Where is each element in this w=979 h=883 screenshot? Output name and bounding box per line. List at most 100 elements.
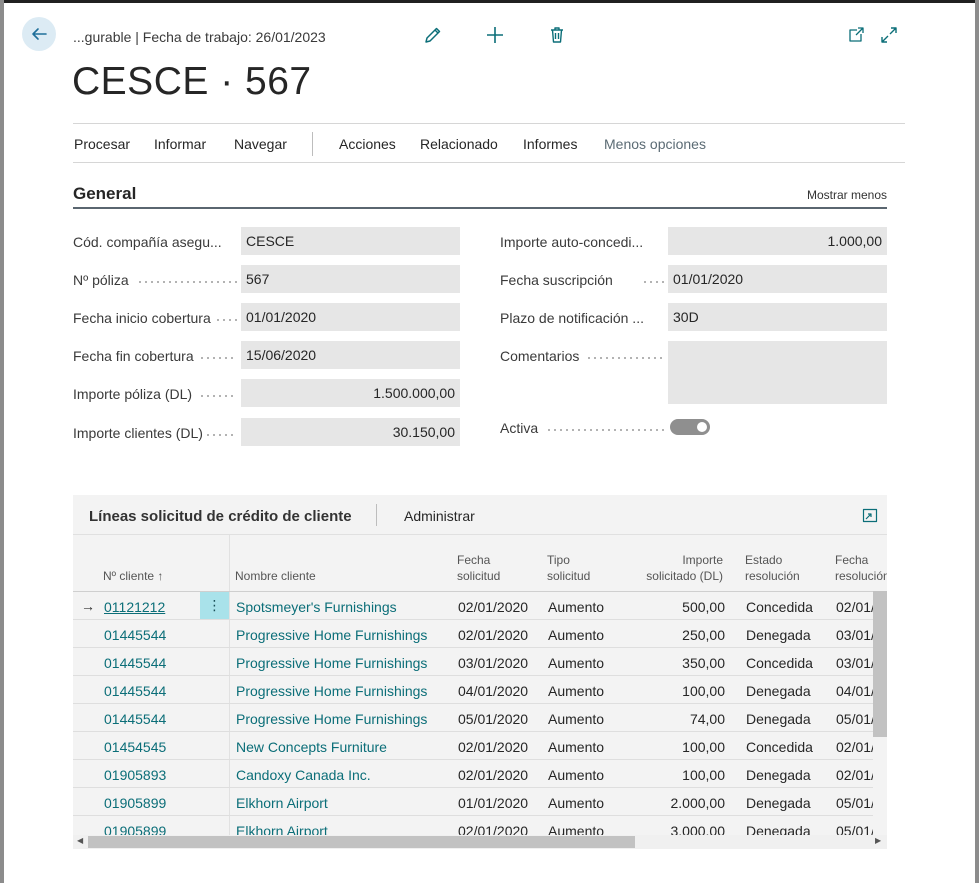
cell-resolution-date: 03/01/ [836, 627, 875, 643]
cell-customer-no[interactable]: 01454545 [104, 739, 166, 755]
cell-resolution-date: 02/01/ [836, 739, 875, 755]
window-left-border [0, 0, 4, 883]
action-procesar[interactable]: Procesar [74, 136, 130, 152]
col-header-line: Tipo [547, 553, 570, 567]
cell-requested-amount: 350,00 [682, 655, 725, 671]
cell-customer-name[interactable]: Progressive Home Furnishings [236, 655, 427, 671]
cell-customer-name[interactable]: New Concepts Furniture [236, 739, 387, 755]
new-button[interactable] [485, 25, 507, 47]
field-label-active: Activa [500, 420, 539, 436]
row-actions-button[interactable]: ⋮ [200, 592, 229, 619]
horizontal-scrollbar[interactable]: ◀ ▶ [73, 835, 887, 849]
col-header-resolution-status[interactable]: Estado resolución [745, 552, 800, 584]
col-header-resolution-date[interactable]: Fecha resolución [835, 552, 887, 584]
action-menos-opciones[interactable]: Menos opciones [604, 136, 706, 152]
col-header-line: solicitado (DL) [646, 569, 723, 583]
field-comments[interactable] [668, 341, 887, 404]
field-subscription-date[interactable]: 01/01/2020 [668, 265, 887, 293]
cell-request-type: Aumento [548, 655, 605, 671]
vertical-scroll-thumb[interactable] [873, 591, 887, 737]
action-navegar[interactable]: Navegar [234, 136, 287, 152]
col-header-line: Fecha [457, 553, 491, 567]
horizontal-scroll-thumb[interactable] [88, 836, 635, 848]
col-header-line: Importe [682, 553, 723, 567]
field-notification-period[interactable]: 30D [668, 303, 887, 331]
field-label-customers-amount: Importe clientes (DL) [73, 425, 203, 441]
field-coverage-start[interactable]: 01/01/2020 [241, 303, 460, 331]
active-toggle[interactable] [670, 419, 710, 435]
open-new-window-button[interactable] [846, 25, 868, 47]
cell-customer-name[interactable]: Candoxy Canada Inc. [236, 767, 371, 783]
field-dots [642, 281, 664, 283]
col-header-requested-amount[interactable]: Importe solicitado (DL) [633, 552, 723, 584]
show-less-link[interactable]: Mostrar menos [807, 188, 887, 202]
cell-customer-no[interactable]: 01905899 [104, 795, 166, 811]
field-coverage-end[interactable]: 15/06/2020 [241, 341, 460, 369]
cell-request-type: Aumento [548, 767, 605, 783]
field-dots [199, 395, 237, 397]
cell-customer-no[interactable]: 01445544 [104, 711, 166, 727]
col-header-customer-name[interactable]: Nombre cliente [235, 568, 316, 584]
table-row[interactable]: 01445544 Progressive Home Furnishings 04… [73, 676, 875, 704]
scroll-right-icon[interactable]: ▶ [875, 836, 881, 845]
cell-customer-name[interactable]: Progressive Home Furnishings [236, 683, 427, 699]
expand-button[interactable] [879, 25, 901, 47]
action-relacionado[interactable]: Relacionado [420, 136, 498, 152]
field-label-policy-no: Nº póliza [73, 272, 129, 288]
cell-resolution-status: Denegada [746, 627, 811, 643]
cell-customer-name[interactable]: Spotsmeyer's Furnishings [236, 599, 397, 615]
pencil-icon [425, 27, 441, 43]
delete-button[interactable] [547, 25, 569, 47]
lines-header: Líneas solicitud de crédito de cliente A… [73, 495, 887, 535]
trash-icon [551, 27, 563, 43]
table-row[interactable]: 01454545 New Concepts Furniture 02/01/20… [73, 732, 875, 760]
cell-customer-no[interactable]: 01445544 [104, 683, 166, 699]
field-customers-amount: 30.150,00 [241, 418, 460, 446]
cell-customer-name[interactable]: Progressive Home Furnishings [236, 627, 427, 643]
expand-part-icon[interactable] [862, 507, 878, 523]
cell-request-date: 02/01/2020 [458, 599, 529, 615]
cell-customer-name[interactable]: Elkhorn Airport [236, 795, 328, 811]
scroll-left-icon[interactable]: ◀ [77, 836, 83, 845]
vertical-scrollbar[interactable] [873, 591, 887, 836]
cell-customer-no[interactable]: 01445544 [104, 655, 166, 671]
action-informar[interactable]: Informar [154, 136, 206, 152]
field-policy-no[interactable]: 567 [241, 265, 460, 293]
col-header-request-date[interactable]: Fecha solicitud [457, 552, 500, 584]
table-row[interactable]: 01445544 Progressive Home Furnishings 02… [73, 620, 875, 648]
cell-request-date: 04/01/2020 [458, 683, 529, 699]
table-row[interactable]: → 01121212 ⋮ Spotsmeyer's Furnishings 02… [73, 592, 875, 620]
field-auto-granted-amount[interactable]: 1.000,00 [668, 227, 887, 255]
section-divider [73, 207, 887, 209]
table-row[interactable]: 01905893 Candoxy Canada Inc. 02/01/2020 … [73, 760, 875, 788]
cell-resolution-status: Concedida [746, 599, 813, 615]
action-acciones[interactable]: Acciones [339, 136, 396, 152]
edit-button[interactable] [423, 25, 445, 47]
manage-button[interactable]: Administrar [404, 508, 475, 524]
table-row[interactable]: 01445544 Progressive Home Furnishings 03… [73, 648, 875, 676]
col-header-customer-no[interactable]: Nº cliente ↑ [103, 568, 163, 584]
cell-requested-amount: 500,00 [682, 599, 725, 615]
action-informes[interactable]: Informes [523, 136, 577, 152]
table-row[interactable]: 01445544 Progressive Home Furnishings 05… [73, 704, 875, 732]
expand-icon [881, 27, 897, 43]
field-insurance-company[interactable]: CESCE [241, 227, 460, 255]
cell-requested-amount: 74,00 [689, 711, 725, 727]
field-dots [199, 357, 237, 359]
cell-customer-no[interactable]: 01121212 [104, 599, 165, 615]
col-header-request-type[interactable]: Tipo solicitud [547, 552, 590, 584]
col-header-line: solicitud [547, 569, 591, 583]
cell-customer-no[interactable]: 01905893 [104, 767, 166, 783]
cell-customer-name[interactable]: Progressive Home Furnishings [236, 711, 427, 727]
plus-icon [487, 27, 503, 43]
open-in-new-icon [849, 27, 864, 42]
cell-request-type: Aumento [548, 599, 605, 615]
cell-request-type: Aumento [548, 711, 605, 727]
cell-request-type: Aumento [548, 683, 605, 699]
cell-customer-no[interactable]: 01445544 [104, 627, 166, 643]
action-separator [312, 132, 313, 156]
table-row[interactable]: 01905899 Elkhorn Airport 01/01/2020 Aume… [73, 788, 875, 816]
section-title-general: General [73, 184, 137, 203]
cell-requested-amount: 100,00 [682, 767, 725, 783]
back-button[interactable] [22, 17, 56, 51]
